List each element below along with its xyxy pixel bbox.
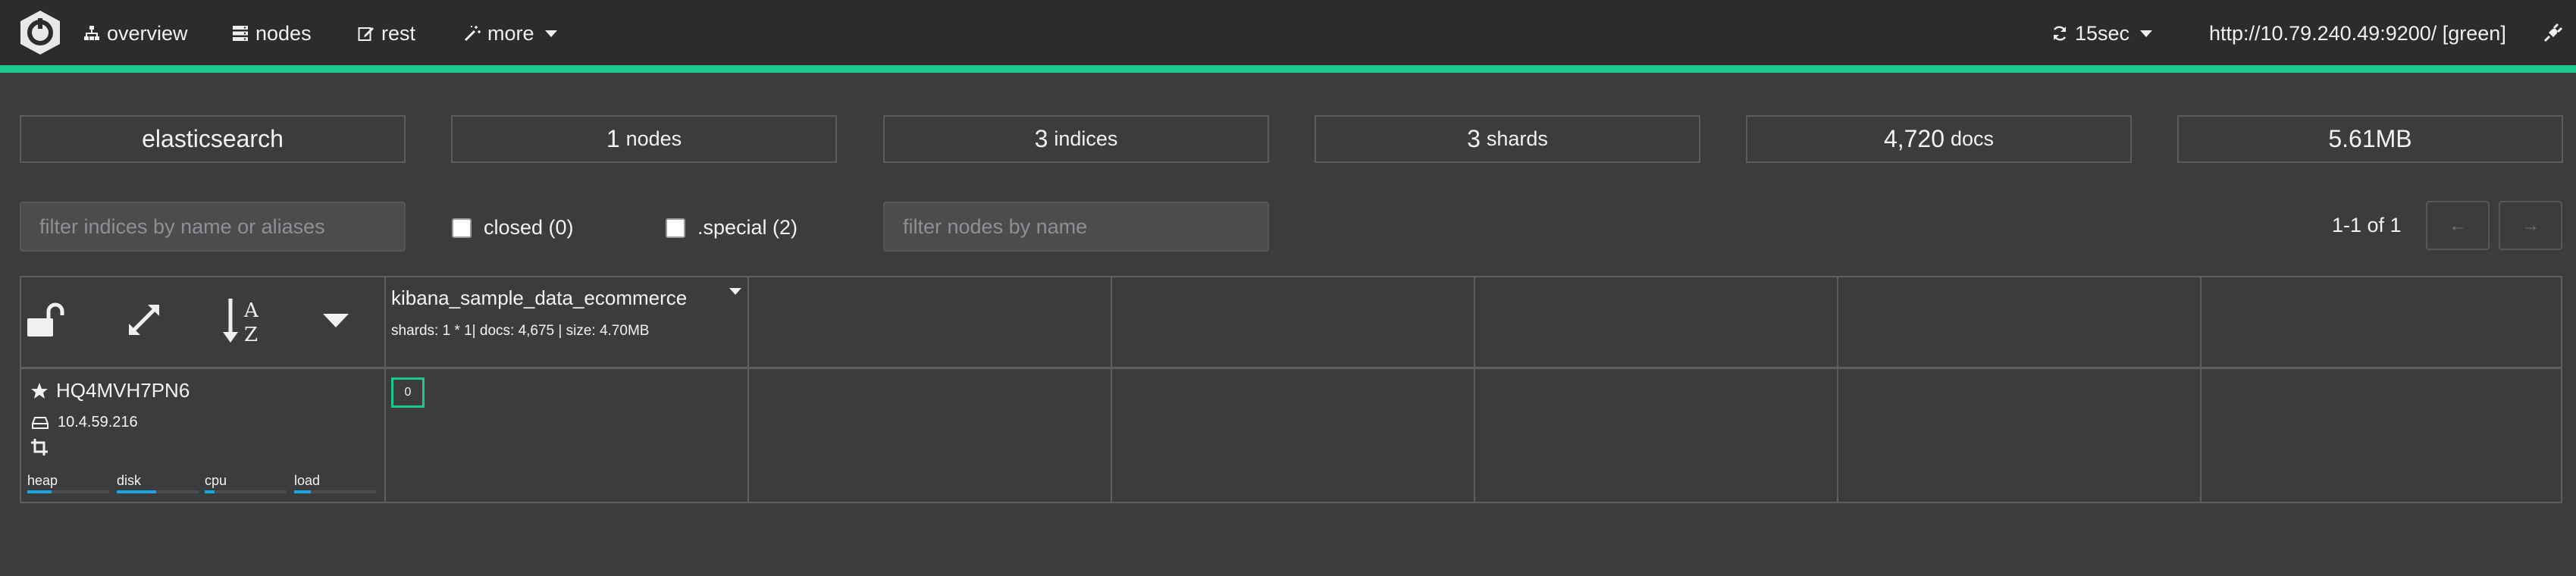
shard-number: 0 [404,386,412,399]
plug-icon [2543,23,2562,42]
docs-count: 4,720 [1883,125,1945,152]
connect-button[interactable] [2543,18,2569,49]
chevron-down-icon [2140,30,2153,37]
chevron-down-icon[interactable] [729,288,741,295]
shards-count: 3 [1467,125,1481,152]
nav-more-label: more [487,21,534,45]
special-checkbox-label: .special (2) [697,216,798,239]
index-name[interactable]: kibana_sample_data_ecommerce [391,286,687,310]
closed-checkbox-box[interactable] [452,218,472,238]
closed-indices-checkbox[interactable]: closed (0) [452,216,574,239]
node-ip: 10.4.59.216 [32,414,138,431]
load-bar [294,490,376,493]
shards-unit: shards [1486,127,1548,150]
index-stats: shards: 1 * 1| docs: 4,675 | size: 4.70M… [391,323,650,339]
heap-bar-fill [27,490,52,493]
special-indices-checkbox[interactable]: .special (2) [666,216,798,239]
cluster-overview-grid: A Z kibana_sample_data_ecommerce shards:… [20,276,2562,503]
refresh-icon [2053,26,2067,41]
cpu-bar [205,490,287,493]
previous-page-button[interactable]: ← [2426,201,2490,250]
row-divider [21,367,2561,369]
svg-text:Z: Z [244,324,258,344]
nodes-unit: nodes [625,127,682,150]
refresh-interval-label: 15sec [2075,21,2130,45]
disk-metric: disk [117,473,199,493]
heap-bar [27,490,109,493]
chevron-down-icon[interactable] [323,314,349,329]
pagination-info: 1-1 of 1 [2332,214,2402,236]
load-bar-fill [294,490,311,493]
closed-checkbox-label: closed (0) [484,216,574,239]
shard-box[interactable]: 0 [391,377,425,408]
cpu-label: cpu [205,473,227,488]
edit-icon [358,27,374,41]
disk-bar [117,490,199,493]
nav-rest-label: rest [381,21,416,45]
indices-stat: 3 indices [883,115,1269,163]
indices-unit: indices [1054,127,1118,150]
size-stat: 5.61MB [2177,115,2563,163]
magic-wand-icon [464,26,481,42]
cluster-name: elasticsearch [142,125,284,152]
filter-nodes-input[interactable] [883,202,1269,252]
column-divider [1837,277,1838,502]
indices-count: 3 [1034,125,1048,152]
heap-metric: heap [27,473,109,493]
nav-rest[interactable]: rest [358,18,415,49]
disk-bar-fill [117,490,156,493]
nav-overview[interactable]: overview [83,18,188,49]
expand-icon[interactable] [126,302,162,338]
cluster-url-label: http://10.79.240.49:9200/ [green] [2209,21,2506,45]
nav-nodes[interactable]: nodes [232,18,312,49]
filter-indices-input[interactable] [20,202,406,252]
logo-icon[interactable] [17,9,64,56]
arrow-right-icon: → [2521,214,2540,236]
arrow-left-icon: ← [2449,214,2467,236]
cpu-metric: cpu [205,473,287,493]
column-divider [747,277,749,502]
cluster-name-stat: elasticsearch [20,115,406,163]
node-name[interactable]: HQ4MVH7PN6 [30,379,190,402]
column-divider [1111,277,1112,502]
next-page-button[interactable]: → [2499,201,2562,250]
cpu-bar-fill [205,490,215,493]
hdd-icon [32,416,49,429]
load-label: load [294,473,321,488]
total-size: 5.61MB [2328,125,2412,152]
disk-label: disk [117,473,142,488]
nodes-stat: 1 nodes [451,115,837,163]
refresh-interval-dropdown[interactable]: 15sec [2051,18,2153,49]
load-metric: load [294,473,376,493]
special-checkbox-box[interactable] [666,218,685,238]
server-icon [233,26,248,41]
docs-unit: docs [1951,127,1995,150]
unlock-icon[interactable] [26,302,67,338]
chevron-down-icon [544,30,557,37]
nodes-count: 1 [606,125,620,152]
cluster-url[interactable]: http://10.79.240.49:9200/ [green] [2209,18,2506,49]
top-navbar: overview nodes rest more 15sec http://10… [0,0,2576,73]
shards-stat: 3 shards [1315,115,1700,163]
nav-overview-label: overview [107,21,188,45]
node-ip-label: 10.4.59.216 [58,414,138,430]
svg-text:A: A [243,299,259,322]
docs-stat: 4,720 docs [1746,115,2132,163]
column-divider [1474,277,1475,502]
star-icon [31,382,48,399]
sort-alpha-icon[interactable]: A Z [221,297,267,344]
column-divider [384,277,386,502]
column-divider [2200,277,2202,502]
sitemap-icon [84,26,99,40]
nav-nodes-label: nodes [255,21,312,45]
crop-icon [31,439,48,455]
cluster-status-bar [0,65,2576,73]
node-name-label: HQ4MVH7PN6 [56,379,190,402]
nav-more-dropdown[interactable]: more [464,18,557,49]
heap-label: heap [27,473,58,488]
